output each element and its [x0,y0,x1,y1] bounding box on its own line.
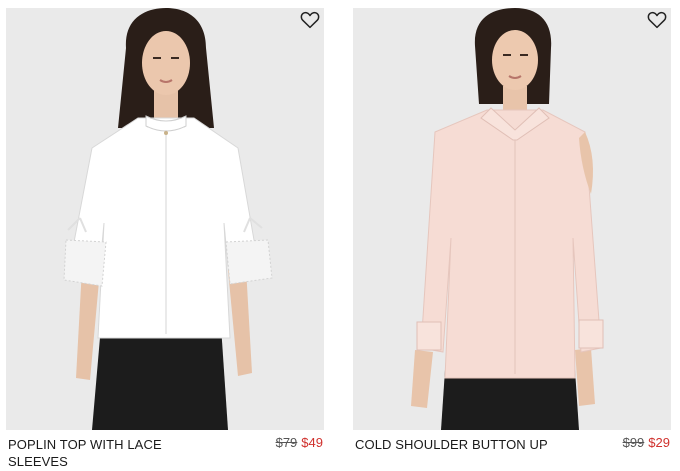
product-card[interactable]: COLD SHOULDER BUTTON UP $99 $29 [353,8,671,471]
product-image[interactable] [6,8,324,430]
product-price: $99 $29 [623,434,670,451]
wishlist-heart-icon[interactable] [300,11,320,31]
original-price: $79 [275,435,298,450]
product-grid: POPLIN TOP WITH LACE SLEEVES $79 $49 COL… [0,0,680,471]
product-image[interactable] [353,8,671,430]
product-price: $79 $49 [276,434,323,451]
sale-price: $49 [301,435,323,450]
product-card[interactable]: POPLIN TOP WITH LACE SLEEVES $79 $49 [6,8,324,471]
product-info: COLD SHOULDER BUTTON UP $99 $29 [353,434,671,471]
wishlist-heart-icon[interactable] [647,11,667,31]
product-info: POPLIN TOP WITH LACE SLEEVES $79 $49 [6,434,324,471]
product-name-link[interactable]: POPLIN TOP WITH LACE SLEEVES [8,436,208,470]
product-name-link[interactable]: COLD SHOULDER BUTTON UP [355,436,555,453]
sale-price: $29 [648,435,670,450]
model-photo-white-poplin-top [63,8,273,430]
original-price: $99 [622,435,645,450]
model-photo-pink-cold-shoulder-shirt [411,8,604,430]
